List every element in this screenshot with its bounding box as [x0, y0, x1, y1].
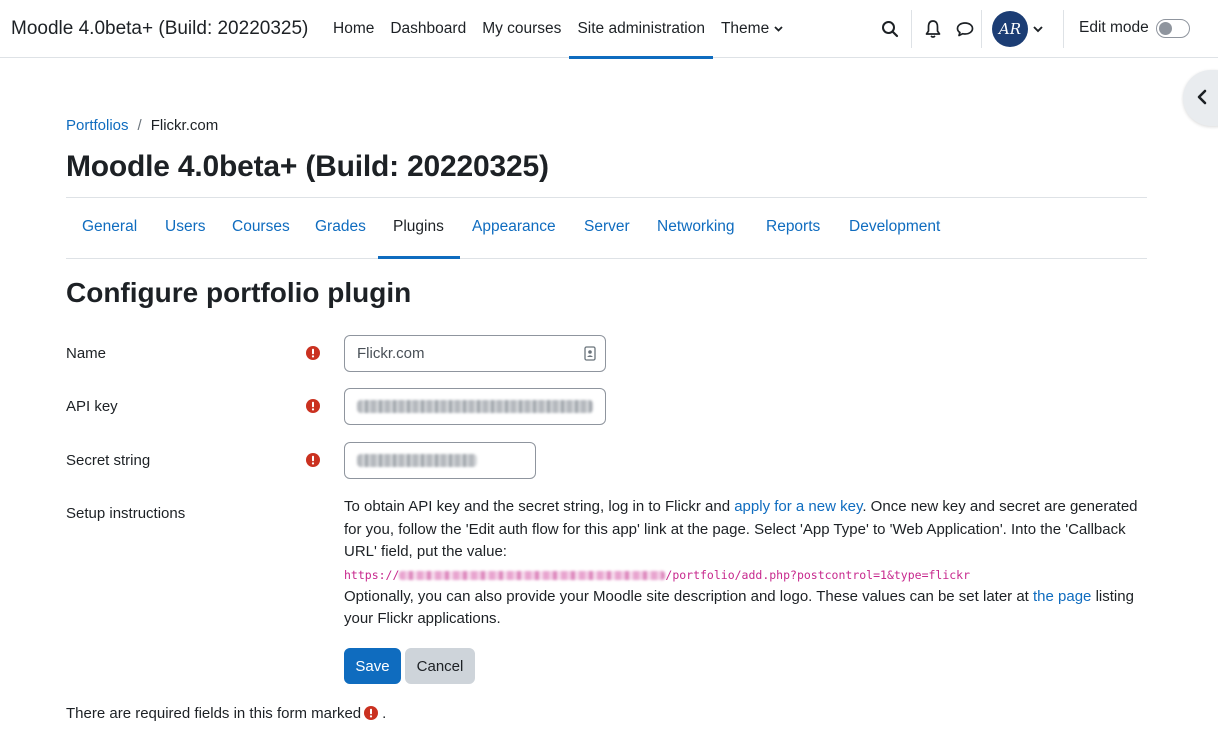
tab-networking[interactable]: Networking — [657, 198, 735, 258]
required-fields-note: There are required fields in this form m… — [66, 705, 386, 722]
tab-plugins[interactable]: Plugins — [378, 198, 460, 259]
open-block-drawer-button[interactable] — [1183, 70, 1218, 126]
search-icon[interactable] — [878, 17, 902, 41]
tab-appearance[interactable]: Appearance — [472, 198, 556, 258]
required-note-text: There are required fields in this form m… — [66, 705, 362, 722]
tab-general[interactable]: General — [82, 198, 137, 258]
navbar-divider — [981, 10, 982, 48]
setup-text: To obtain API key and the secret string,… — [344, 498, 735, 515]
nav-link-home[interactable]: Home — [325, 0, 382, 58]
navbar-divider — [1063, 10, 1064, 48]
top-navbar: Moodle 4.0beta+ (Build: 20220325) Home D… — [0, 0, 1218, 59]
chevron-left-icon — [1197, 89, 1207, 105]
edit-mode-label: Edit mode — [1079, 19, 1149, 36]
callback-url-redacted-host — [399, 570, 666, 580]
secret-string-input[interactable] — [344, 442, 536, 479]
form-heading: Configure portfolio plugin — [66, 277, 412, 308]
cancel-button[interactable]: Cancel — [405, 648, 475, 684]
secret-string-label: Secret string — [66, 452, 151, 469]
secret-string-redacted-value — [357, 454, 477, 467]
admin-tabs: General Users Courses Grades Plugins App… — [66, 197, 1147, 259]
the-page-link[interactable]: the page — [1033, 588, 1091, 605]
breadcrumb-item-portfolios[interactable]: Portfolios — [66, 117, 129, 134]
apply-for-new-key-link[interactable]: apply for a new key — [734, 498, 862, 515]
breadcrumb-separator: / — [137, 117, 142, 134]
setup-instructions: To obtain API key and the secret string,… — [344, 496, 1144, 631]
api-key-redacted-value — [357, 400, 593, 413]
required-icon — [306, 453, 320, 467]
save-button[interactable]: Save — [344, 648, 401, 684]
edit-mode-toggle-knob — [1159, 22, 1172, 35]
api-key-label: API key — [66, 398, 118, 415]
breadcrumb-item-current: Flickr.com — [150, 117, 219, 134]
primary-navigation: Home Dashboard My courses Site administr… — [325, 0, 791, 59]
required-icon — [364, 706, 379, 720]
tab-courses[interactable]: Courses — [232, 198, 290, 258]
nav-link-theme[interactable]: Theme — [713, 0, 791, 58]
chevron-down-icon — [774, 26, 783, 32]
navbar-divider — [911, 10, 912, 48]
contact-card-icon — [584, 346, 596, 361]
chat-bubble-icon[interactable] — [953, 17, 977, 41]
site-name[interactable]: Moodle 4.0beta+ (Build: 20220325) — [11, 18, 308, 40]
callback-url-path: /portfolio/add.php?postcontrol=1&type=fl… — [665, 567, 971, 582]
tab-reports[interactable]: Reports — [766, 198, 820, 258]
nav-link-my-courses[interactable]: My courses — [474, 0, 569, 58]
breadcrumb: Portfolios / Flickr.com — [66, 117, 218, 134]
setup-text: Optionally, you can also provide your Mo… — [344, 587, 1034, 605]
tab-users[interactable]: Users — [165, 198, 205, 258]
bell-icon[interactable] — [921, 17, 945, 41]
tab-development[interactable]: Development — [849, 198, 940, 258]
required-note-period: . — [382, 705, 387, 722]
setup-instructions-label: Setup instructions — [66, 505, 186, 522]
nav-link-site-administration[interactable]: Site administration — [569, 0, 713, 59]
edit-mode-toggle[interactable] — [1156, 19, 1190, 38]
user-menu-chevron-down-icon[interactable] — [1032, 24, 1044, 34]
tab-grades[interactable]: Grades — [315, 198, 366, 258]
required-icon — [306, 399, 320, 413]
callback-url: https:// /portfolio/add.php?postcontrol=1… — [344, 564, 1144, 586]
tab-server[interactable]: Server — [584, 198, 630, 258]
name-input[interactable]: Flickr.com — [344, 335, 606, 372]
api-key-input[interactable] — [344, 388, 606, 425]
nav-link-theme-label: Theme — [720, 20, 770, 37]
nav-link-dashboard[interactable]: Dashboard — [382, 0, 474, 58]
required-icon — [306, 346, 320, 360]
user-avatar[interactable]: AR — [992, 11, 1028, 47]
callback-url-prefix: https:// — [344, 567, 400, 582]
name-label: Name — [66, 345, 107, 362]
name-input-value: Flickr.com — [357, 345, 425, 362]
page-title: Moodle 4.0beta+ (Build: 20220325) — [66, 150, 549, 183]
